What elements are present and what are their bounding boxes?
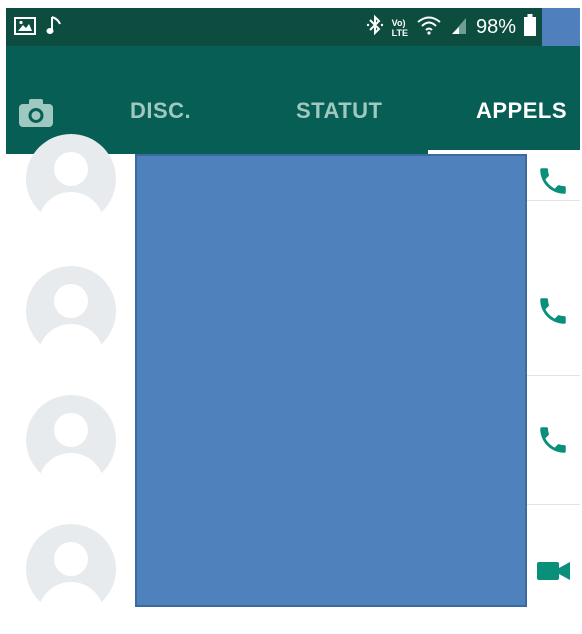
avatar [26, 134, 116, 224]
avatar-body-shape [38, 324, 104, 356]
status-bar-right: Vo) LTE 98% [366, 13, 536, 42]
avatar [26, 266, 116, 356]
image-icon [14, 16, 36, 41]
calls-list [6, 134, 580, 614]
status-bar-left [14, 15, 62, 42]
signal-icon [450, 15, 468, 40]
avatar [26, 395, 116, 485]
avatar-head-shape [54, 284, 88, 318]
wifi-icon [416, 14, 442, 41]
voice-call-icon[interactable] [536, 423, 570, 457]
avatar-body-shape [38, 192, 104, 224]
avatar-head-shape [54, 542, 88, 576]
avatar-head-shape [54, 413, 88, 447]
music-note-icon [46, 15, 62, 42]
avatar-head-shape [54, 152, 88, 186]
voice-call-icon[interactable] [536, 164, 570, 198]
volte-icon: Vo) LTE [391, 17, 408, 38]
battery-percentage: 98% [475, 16, 516, 38]
redacted-area [135, 154, 527, 607]
video-call-icon[interactable] [536, 556, 570, 590]
battery-icon [524, 14, 536, 41]
row-divider [526, 200, 580, 201]
avatar-body-shape [38, 453, 104, 485]
avatar [26, 524, 116, 614]
bluetooth-icon [366, 13, 384, 42]
voice-call-icon[interactable] [536, 294, 570, 328]
redacted-area [542, 8, 580, 46]
avatar-body-shape [38, 582, 104, 614]
status-bar: Vo) LTE 98% [6, 8, 580, 46]
